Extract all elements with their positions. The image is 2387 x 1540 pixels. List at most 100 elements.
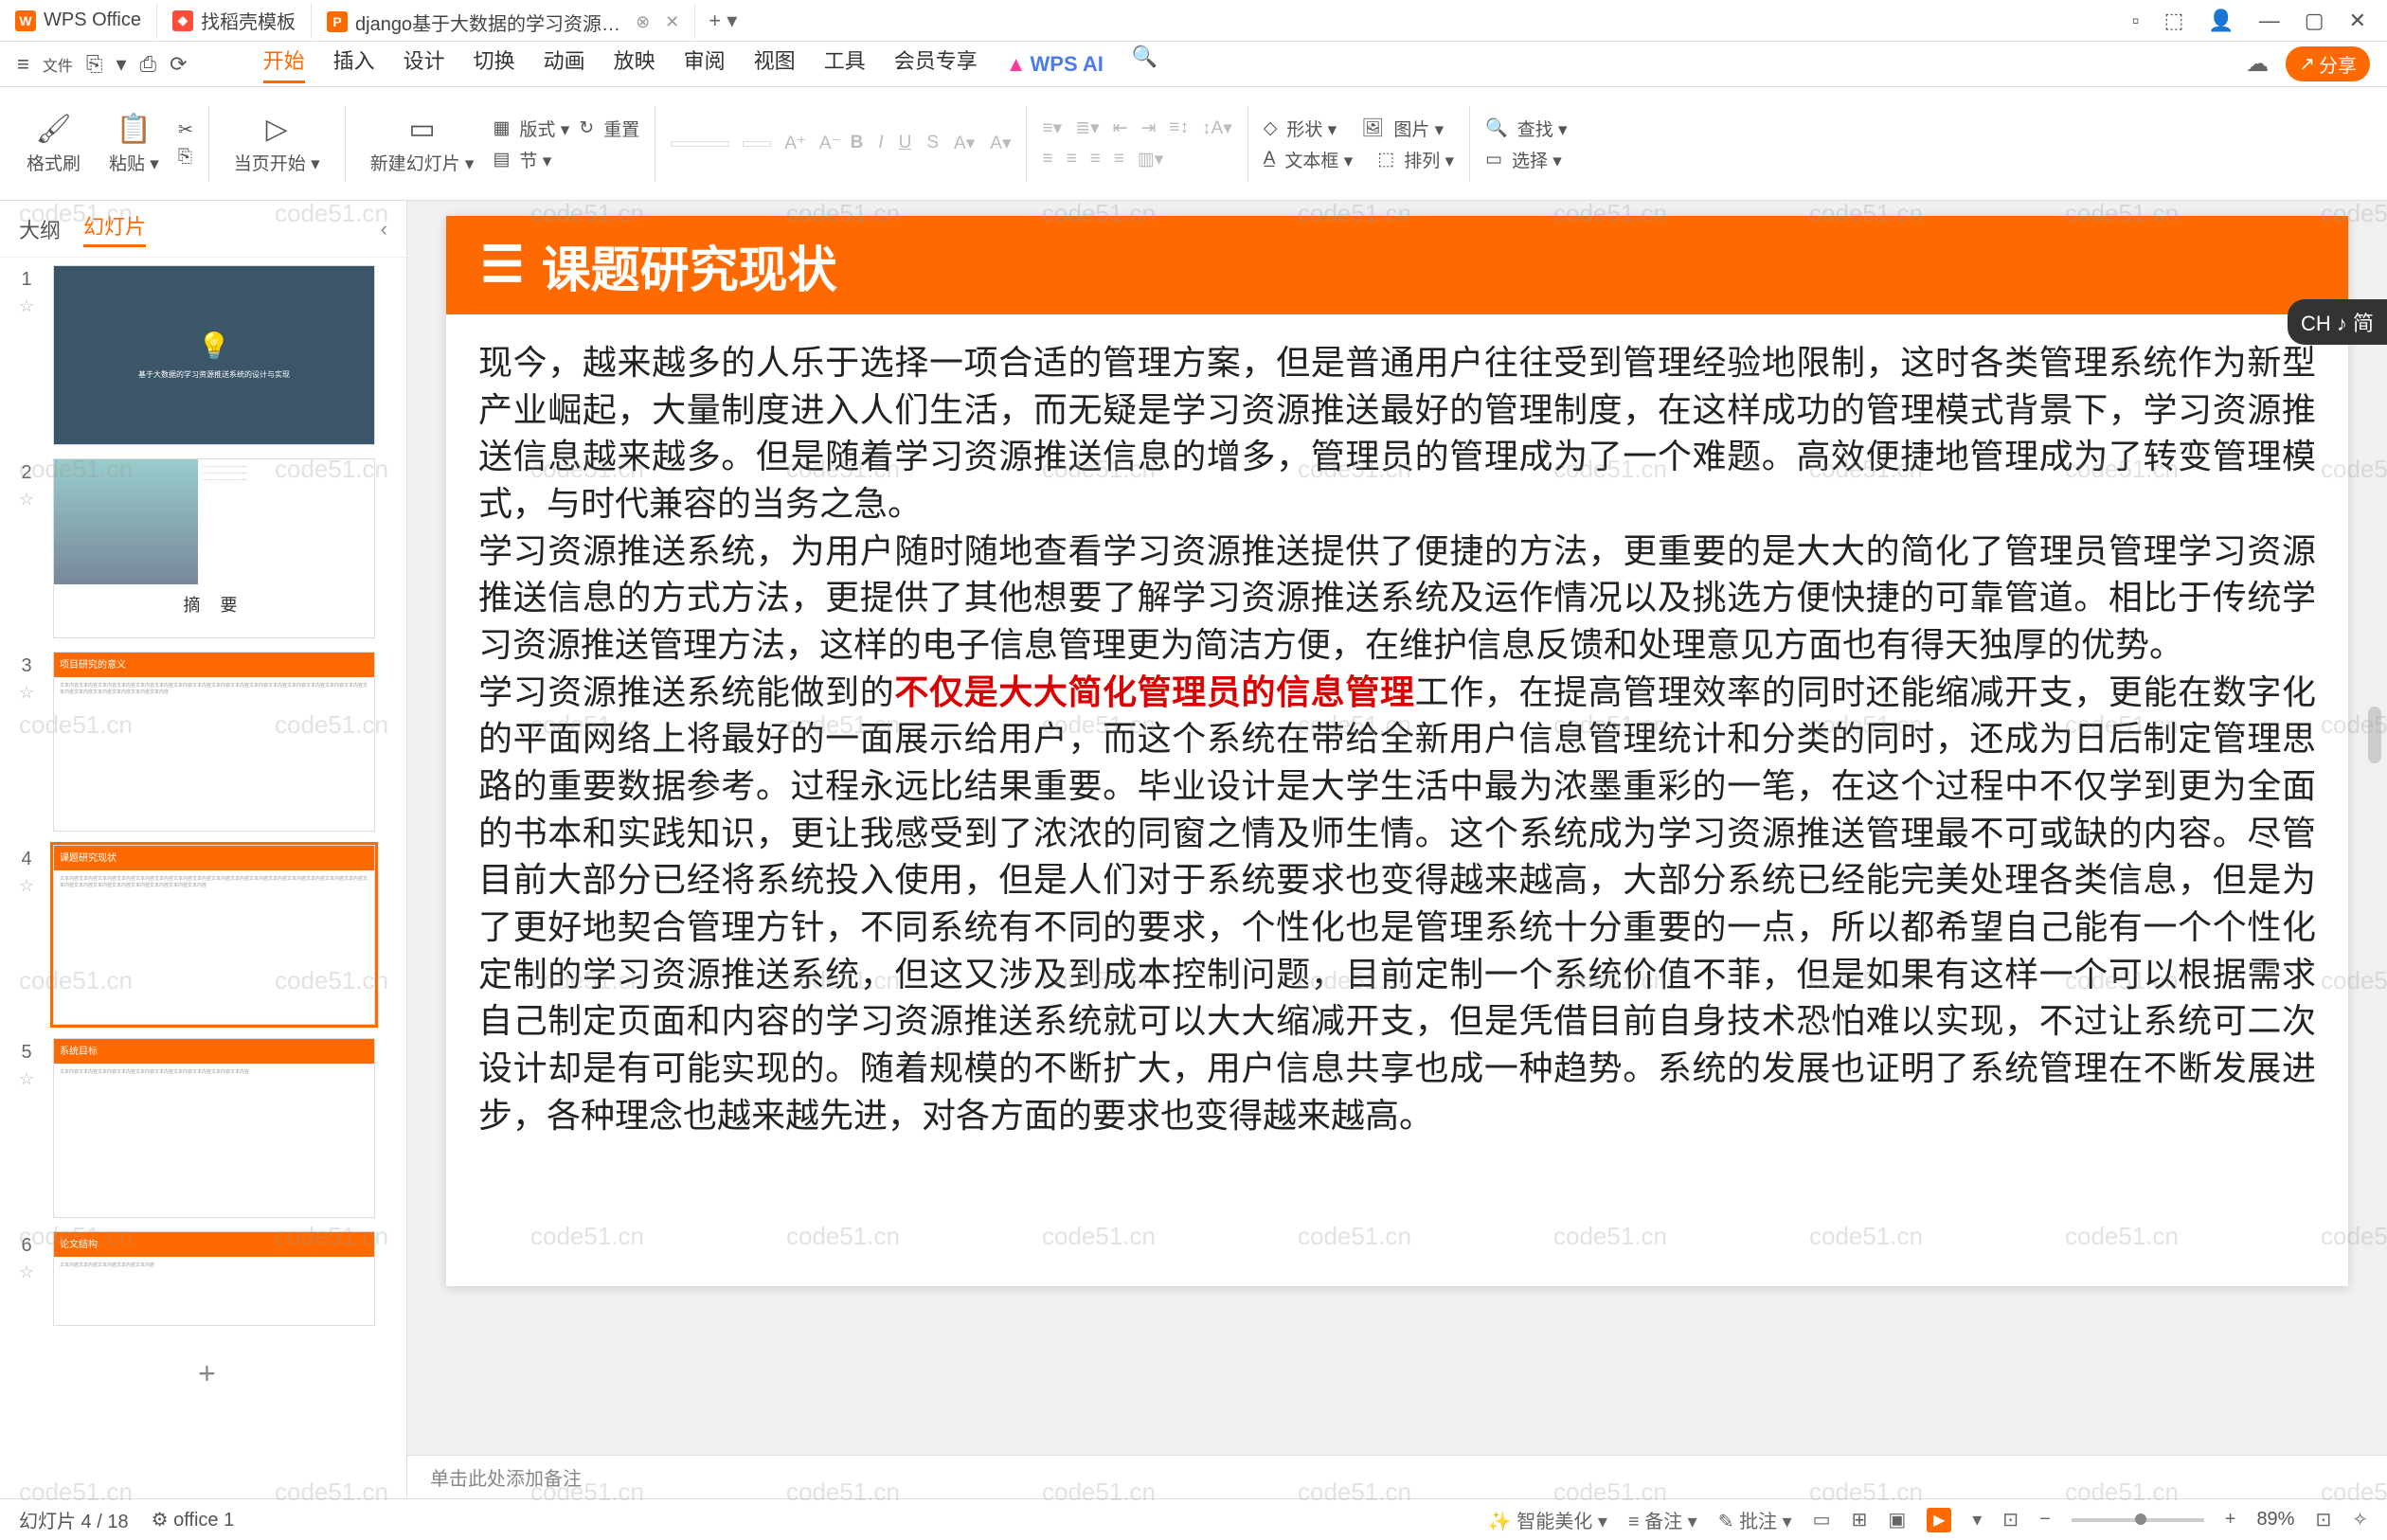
tab-view[interactable]: 视图 [754,45,796,83]
normal-view-icon[interactable]: ▭ [1813,1508,1831,1531]
tab-templates[interactable]: ◆ 找稻壳模板 [157,3,312,39]
close-tab-icon[interactable]: ⊗ [636,12,650,32]
italic-icon[interactable]: I [878,133,883,154]
tab-document[interactable]: P django基于大数据的学习资源… ⊗ ✕ [312,3,695,39]
tab-wps-office[interactable]: W WPS Office [0,3,157,39]
slide-thumb-6[interactable]: 论文结构 文本内容文本内容文本内容文本内容文本内容 [53,1231,375,1326]
cloud-icon[interactable]: ☁ [2246,50,2269,78]
tab-member[interactable]: 会员专享 [894,45,978,83]
shape-icon[interactable]: ◇ [1264,117,1278,139]
slide-title[interactable]: 课题研究现状 [542,230,837,301]
add-tab-button[interactable]: + ▾ [695,9,750,33]
arrange-icon[interactable]: ⬚ [1377,149,1394,170]
cube-icon[interactable]: ⬚ [2164,9,2184,33]
new-slide-button[interactable]: ▭ 新建幻灯片 ▾ [361,87,484,200]
font-select[interactable] [671,141,729,147]
outline-tab[interactable]: 大纲 [19,214,61,244]
slides-tab[interactable]: 幻灯片 [83,210,146,247]
share-button[interactable]: ↗ 分享 [2286,46,2370,81]
strike-icon[interactable]: S [926,133,939,154]
current-slide[interactable]: ☰ 课题研究现状 现今，越来越多的人乐于选择一项合适的管理方案，但是普通用户往往… [446,216,2348,1286]
indent-right-icon[interactable]: ⇥ [1141,117,1157,139]
increase-font-icon[interactable]: A⁺ [784,133,806,154]
save-icon[interactable]: ⎘ [86,52,103,77]
maximize-icon[interactable]: ▢ [2305,9,2324,33]
tab-insert[interactable]: 插入 [333,45,375,83]
numbering-icon[interactable]: ≣▾ [1075,117,1099,139]
align-left-icon[interactable]: ≡ [1042,149,1052,170]
indent-left-icon[interactable]: ⇤ [1113,117,1128,139]
settings-icon[interactable]: ✧ [2352,1508,2368,1531]
notes-bar[interactable]: 单击此处添加备注 [407,1455,2387,1498]
tab-review[interactable]: 审阅 [684,45,726,83]
vertical-scrollbar[interactable] [2368,220,2381,1436]
star-icon[interactable]: ☆ [19,1262,34,1282]
search-icon[interactable]: 🔍 [1132,45,1158,83]
copy-icon[interactable]: ⎘ [178,147,193,168]
chevron-down-icon[interactable]: ▾ [116,52,126,77]
section-label[interactable]: 节 ▾ [519,147,551,172]
find-icon[interactable]: 🔍 [1485,116,1508,139]
collapse-panel-icon[interactable]: ‹ [381,217,387,242]
sorter-view-icon[interactable]: ⊞ [1852,1508,1868,1531]
slide-thumb-3[interactable]: 项目研究的意义 文本内容文本内容文本内容文本内容文本内容文本内容文本内容文本内容… [53,652,375,832]
comments-toggle[interactable]: ✎ 批注 ▾ [1718,1506,1792,1533]
star-icon[interactable]: ☆ [19,876,34,896]
add-slide-button[interactable]: + [8,1339,406,1408]
font-color-icon[interactable]: A▾ [954,133,975,154]
highlight-icon[interactable]: A▾ [990,133,1011,154]
select-icon[interactable]: ▭ [1485,149,1502,170]
align-right-icon[interactable]: ≡ [1090,149,1101,170]
tab-transition[interactable]: 切换 [474,45,515,83]
fit-icon[interactable]: ⊡ [2315,1508,2331,1531]
cut-icon[interactable]: ✂ [178,119,193,141]
zoom-in-icon[interactable]: + [2225,1509,2236,1531]
star-icon[interactable]: ☆ [19,1069,34,1089]
minimize-icon[interactable]: — [2259,9,2280,33]
print-icon[interactable]: ⎙ [140,52,157,77]
star-icon[interactable]: ☆ [19,683,34,703]
slideshow-icon[interactable]: ▶ [1927,1508,1951,1532]
layout-label[interactable]: 版式 ▾ [519,116,569,141]
reading-view-icon[interactable]: ▣ [1888,1508,1906,1531]
menu-icon[interactable]: ≡ [17,52,29,77]
star-icon[interactable]: ☆ [19,296,34,316]
close-window-icon[interactable]: ✕ [2349,9,2366,33]
undo-icon[interactable]: ⟳ [170,52,187,77]
from-page-button[interactable]: ▷ 当页开始 ▾ [224,87,330,200]
slide-thumb-4[interactable]: 课题研究现状 文本内容文本内容文本内容文本内容文本内容文本内容文本内容文本内容文… [53,845,375,1025]
close-icon[interactable]: ✕ [665,12,679,32]
file-menu[interactable]: 文件 [43,53,73,76]
image-icon[interactable]: 🖼 [1361,116,1384,139]
tab-present[interactable]: 放映 [614,45,655,83]
line-spacing-icon[interactable]: ≡↕ [1169,117,1189,138]
slide-thumb-5[interactable]: 系统目标 文本内容文本内容文本内容文本内容文本内容文本内容文本内容文本内容文本内… [53,1038,375,1218]
decrease-font-icon[interactable]: A⁻ [819,133,841,154]
slide-canvas[interactable]: ☰ 课题研究现状 现今，越来越多的人乐于选择一项合适的管理方案，但是普通用户往往… [407,201,2387,1455]
window-restore-icon[interactable]: ▫ [2132,9,2140,33]
tab-animation[interactable]: 动画 [544,45,585,83]
font-size-select[interactable] [743,141,771,147]
format-brush-group[interactable]: 🖌 格式刷 [17,87,90,200]
present-dropdown-icon[interactable]: ▾ [1972,1508,1982,1531]
bullets-icon[interactable]: ≡▾ [1042,117,1062,139]
align-center-icon[interactable]: ≡ [1067,149,1077,170]
slide-thumb-1[interactable]: 💡基于大数据的学习资源推送系统的设计与实现 [53,265,375,445]
star-icon[interactable]: ☆ [19,490,34,510]
grid-icon[interactable]: ⊡ [2002,1508,2019,1531]
tab-design[interactable]: 设计 [404,45,445,83]
avatar-icon[interactable]: 👤 [2208,9,2234,33]
underline-icon[interactable]: U [899,133,912,154]
zoom-level[interactable]: 89% [2256,1509,2294,1531]
columns-icon[interactable]: ▥▾ [1138,149,1164,170]
text-direction-icon[interactable]: ↕A▾ [1202,117,1232,139]
section-icon[interactable]: ▤ [493,149,510,170]
tab-home[interactable]: 开始 [263,45,305,83]
zoom-out-icon[interactable]: − [2039,1509,2051,1531]
align-justify-icon[interactable]: ≡ [1114,149,1124,170]
textbox-icon[interactable]: A̲ [1264,149,1276,170]
layout-icon[interactable]: ▦ [493,117,510,139]
slide-body[interactable]: 现今，越来越多的人乐于选择一项合适的管理方案，但是普通用户往往受到管理经验地限制… [446,314,2348,1163]
paste-group[interactable]: 📋 粘贴 ▾ [99,87,169,200]
reset-icon[interactable]: ↻ [579,117,594,139]
